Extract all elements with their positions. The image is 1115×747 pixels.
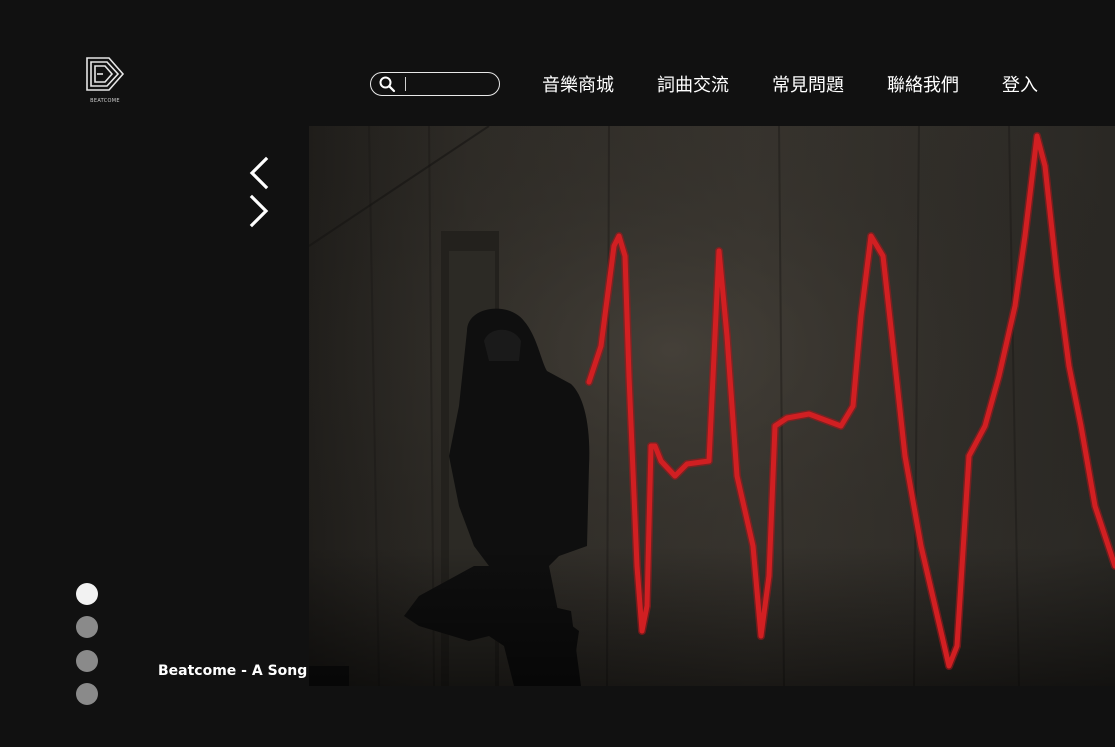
chevron-right-icon[interactable] (246, 194, 272, 228)
nav-item-lyrics-exchange[interactable]: 詞曲交流 (657, 74, 729, 98)
carousel-dot-1[interactable] (76, 583, 98, 605)
logo-text: BEATCOME (90, 98, 120, 104)
search-icon[interactable] (378, 75, 396, 93)
search-input[interactable] (401, 75, 493, 92)
beatcome-logo-icon (86, 57, 125, 91)
nav-item-music-store[interactable]: 音樂商城 (542, 74, 614, 98)
nav-item-faq[interactable]: 常見問題 (772, 74, 844, 98)
hero-image (309, 126, 1115, 686)
hero-illustration (309, 126, 1115, 686)
logo[interactable]: BEATCOME (83, 56, 127, 108)
carousel-dot-2[interactable] (76, 616, 98, 638)
carousel-dot-4[interactable] (76, 683, 98, 705)
text-caret (405, 77, 406, 91)
slide-caption: Beatcome - A Song (158, 663, 308, 679)
nav-item-contact-us[interactable]: 聯絡我們 (887, 74, 959, 98)
nav-item-login[interactable]: 登入 (1002, 74, 1038, 98)
chevron-left-icon[interactable] (246, 156, 272, 190)
search-box[interactable] (370, 72, 500, 96)
carousel-dot-3[interactable] (76, 650, 98, 672)
